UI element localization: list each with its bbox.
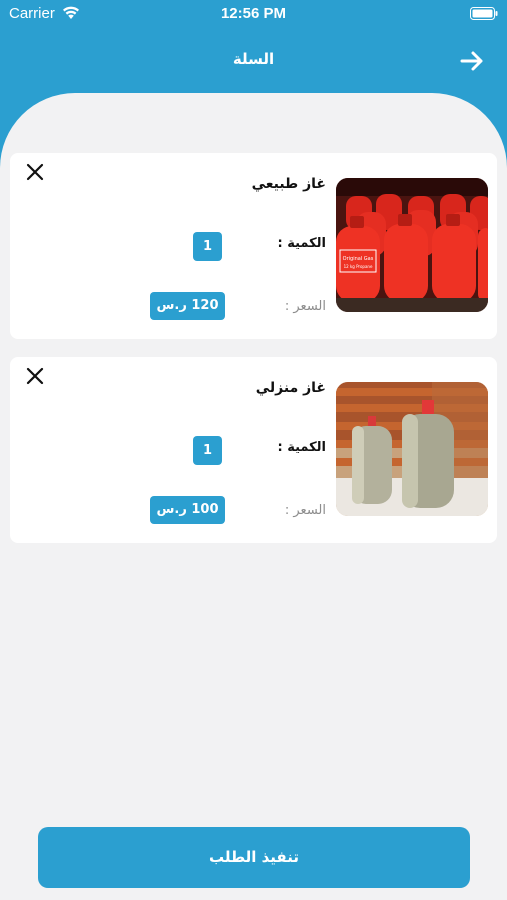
price-label: السعر : [284,503,326,518]
quantity-label: الكمية : [277,236,326,251]
clock: 12:56 PM [220,5,287,22]
cart-item: غاز طبيعي الكمية : 1 السعر : 120 ر.س Ori… [10,153,497,339]
product-image [336,382,488,516]
page-title: السلة [232,50,275,68]
quantity-badge: 1 [193,232,222,261]
close-icon[interactable] [25,162,45,182]
price-badge: 100 ر.س [150,496,225,524]
close-icon[interactable] [25,366,45,386]
quantity-label: الكمية : [277,440,326,455]
svg-text:Original Gas: Original Gas [343,256,374,262]
svg-text:12 kg Propane: 12 kg Propane [344,264,373,269]
checkout-button[interactable]: تنفيذ الطلب [38,827,470,888]
product-name: غاز طبيعي [251,176,326,192]
price-badge: 120 ر.س [150,292,225,320]
quantity-badge: 1 [193,436,222,465]
product-name: غاز منزلي [255,380,326,396]
product-image: Original Gas 12 kg Propane [336,178,488,312]
status-bar: Carrier 12:56 PM [0,0,507,28]
battery-icon [470,7,498,20]
cart-item: غاز منزلي الكمية : 1 السعر : 100 ر.س [10,357,497,543]
price-label: السعر : [284,299,326,314]
arrow-right-icon[interactable] [456,48,488,74]
